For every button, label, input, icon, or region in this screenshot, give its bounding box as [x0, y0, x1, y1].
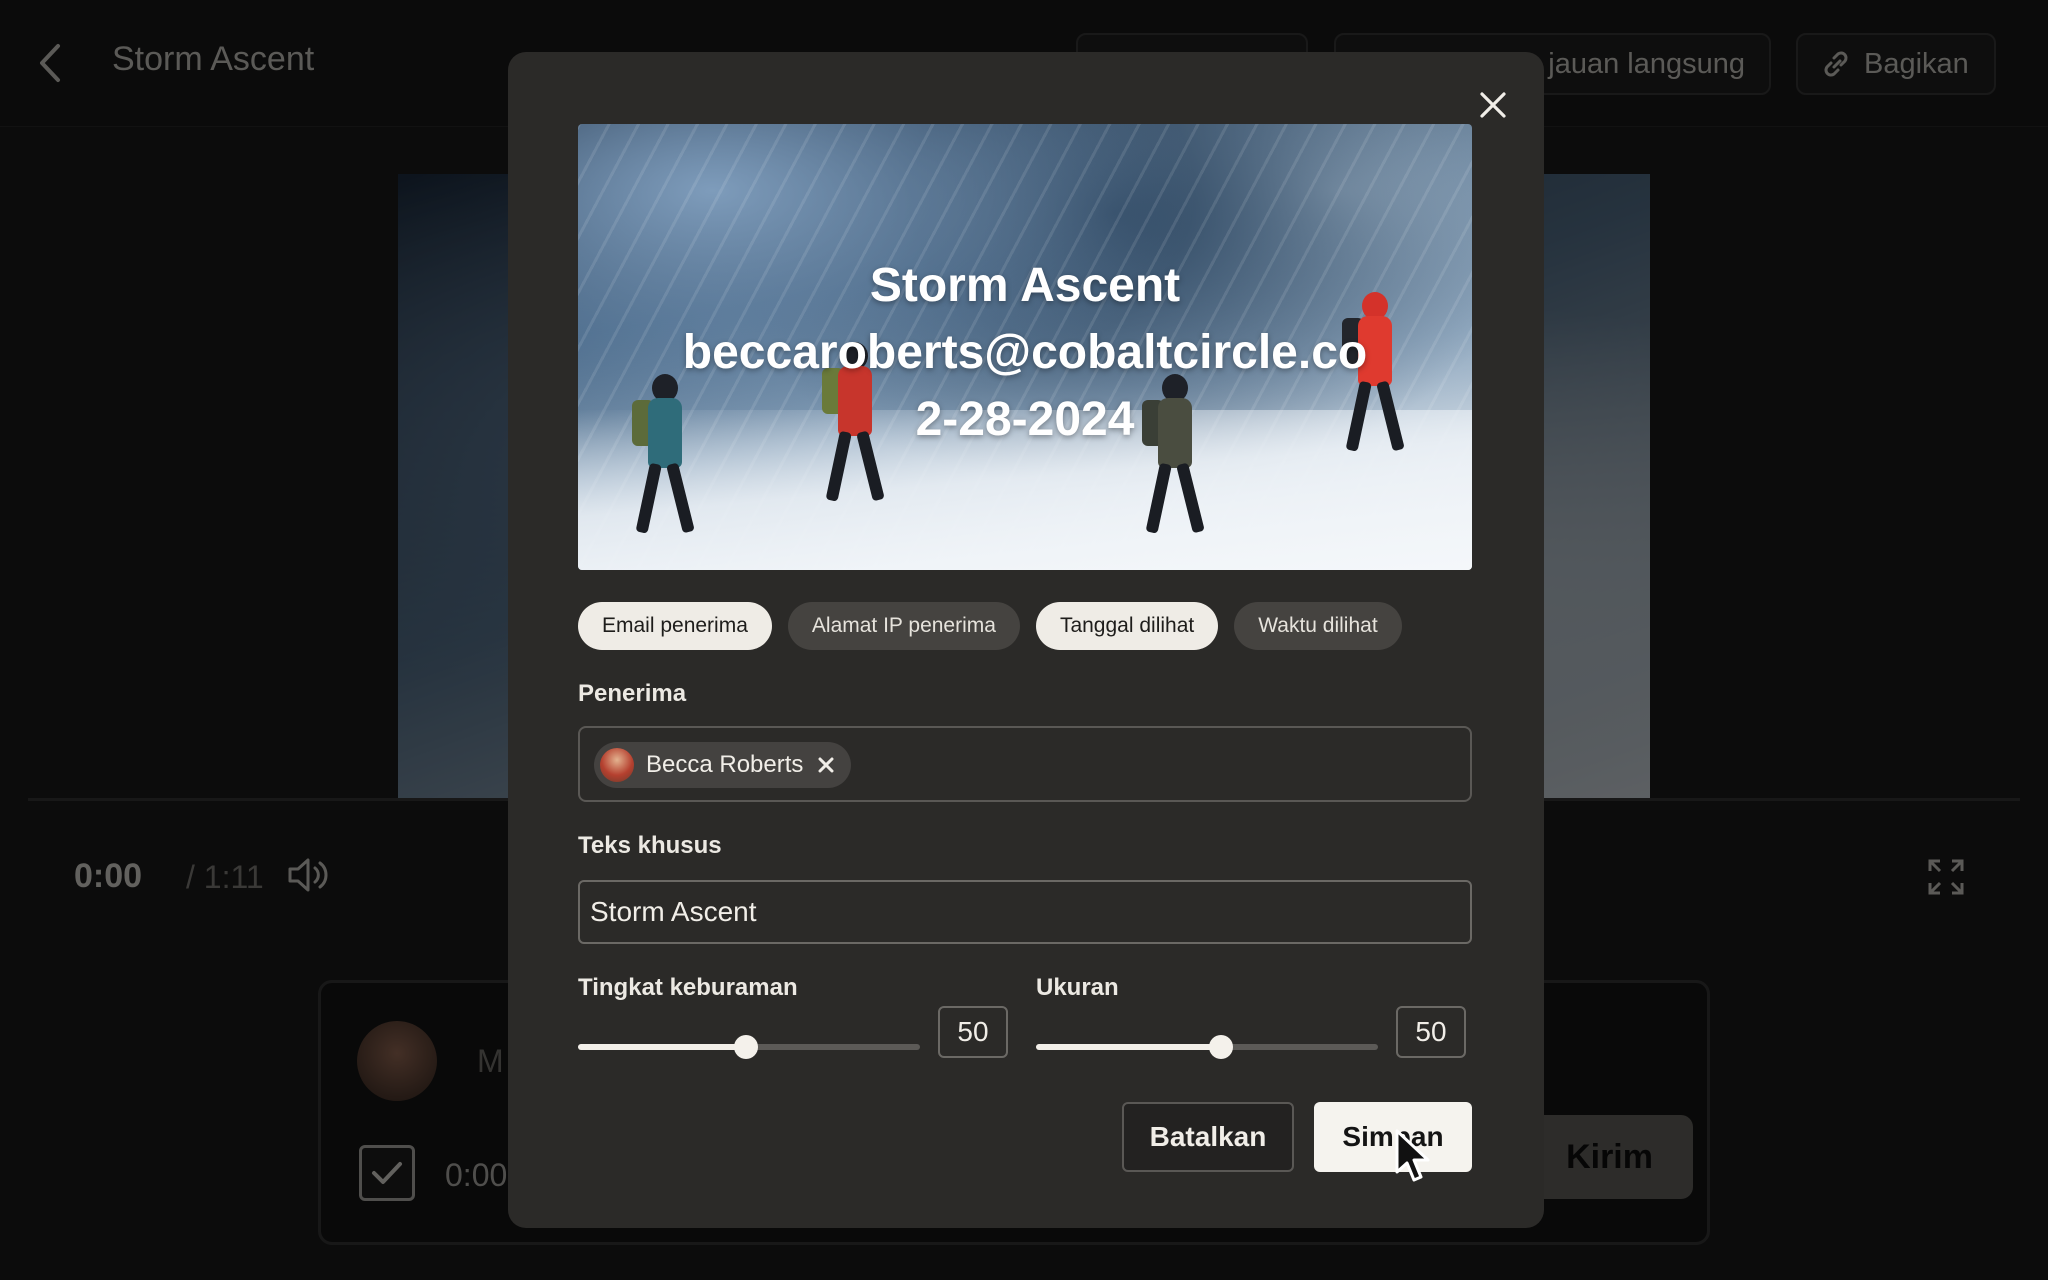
- size-value-input[interactable]: 50: [1396, 1006, 1466, 1058]
- field-chip[interactable]: Email penerima: [578, 602, 772, 650]
- close-icon: [1480, 92, 1506, 118]
- avatar: [600, 748, 634, 782]
- check-icon: [372, 1162, 402, 1184]
- watermark-email: beccaroberts@cobaltcircle.co: [682, 326, 1368, 379]
- watermark-settings-dialog: Storm Ascent beccaroberts@cobaltcircle.c…: [508, 52, 1544, 1228]
- total-time: / 1:11: [186, 859, 264, 895]
- fullscreen-icon[interactable]: [1926, 857, 1966, 897]
- share-button[interactable]: Bagikan: [1796, 33, 1996, 95]
- watermark-text: Storm Ascent beccaroberts@cobaltcircle.c…: [578, 252, 1472, 453]
- slider-fill: [1036, 1044, 1221, 1050]
- field-chip[interactable]: Tanggal dilihat: [1035, 602, 1219, 650]
- slider-thumb[interactable]: [1208, 1035, 1233, 1059]
- blur-value-input[interactable]: 50: [938, 1006, 1008, 1058]
- comment-input[interactable]: M: [477, 1043, 504, 1080]
- recipient-label: Penerima: [578, 680, 687, 707]
- custom-text-label: Teks khusus: [578, 832, 722, 859]
- field-chip[interactable]: Alamat IP penerima: [787, 602, 1020, 650]
- recipient-input[interactable]: Becca Roberts: [578, 726, 1472, 802]
- watermark-field-chips: Email penerima Alamat IP penerima Tanggal …: [578, 602, 1402, 650]
- slider-fill: [578, 1044, 746, 1050]
- recipient-token: Becca Roberts: [594, 742, 852, 788]
- cancel-button[interactable]: Batalkan: [1122, 1102, 1294, 1172]
- link-icon: [1824, 51, 1848, 77]
- mouse-cursor-icon: [1395, 1129, 1430, 1182]
- size-slider[interactable]: [1036, 1030, 1378, 1064]
- save-button[interactable]: Simpan: [1314, 1102, 1472, 1172]
- timestamp-checkbox[interactable]: [359, 1145, 415, 1201]
- share-button-label: Bagikan: [1864, 47, 1969, 80]
- blur-label: Tingkat keburaman: [578, 974, 798, 1001]
- comment-timestamp: 0:00: [445, 1157, 508, 1193]
- send-button-label: Kirim: [1566, 1137, 1653, 1176]
- avatar: [357, 1021, 437, 1101]
- chevron-left-icon: [40, 44, 60, 82]
- custom-text-input[interactable]: [578, 880, 1472, 944]
- watermark-title: Storm Ascent: [869, 259, 1181, 312]
- size-label: Ukuran: [1036, 974, 1119, 1001]
- watermark-preview: Storm Ascent beccaroberts@cobaltcircle.c…: [578, 124, 1472, 570]
- live-review-label: jauan langsung: [1548, 47, 1745, 80]
- watermark-date: 2-28-2024: [915, 393, 1135, 446]
- close-button[interactable]: [1470, 82, 1516, 128]
- slider-thumb[interactable]: [733, 1035, 758, 1059]
- close-icon: [818, 757, 834, 773]
- volume-icon[interactable]: [286, 855, 332, 895]
- current-time: 0:00: [74, 857, 143, 895]
- field-chip[interactable]: Waktu dilihat: [1234, 602, 1402, 650]
- recipient-name: Becca Roberts: [646, 751, 804, 778]
- app-title: Storm Ascent: [112, 40, 315, 78]
- back-button[interactable]: [30, 40, 70, 86]
- remove-recipient-button[interactable]: [815, 754, 837, 776]
- blur-slider[interactable]: [578, 1030, 920, 1064]
